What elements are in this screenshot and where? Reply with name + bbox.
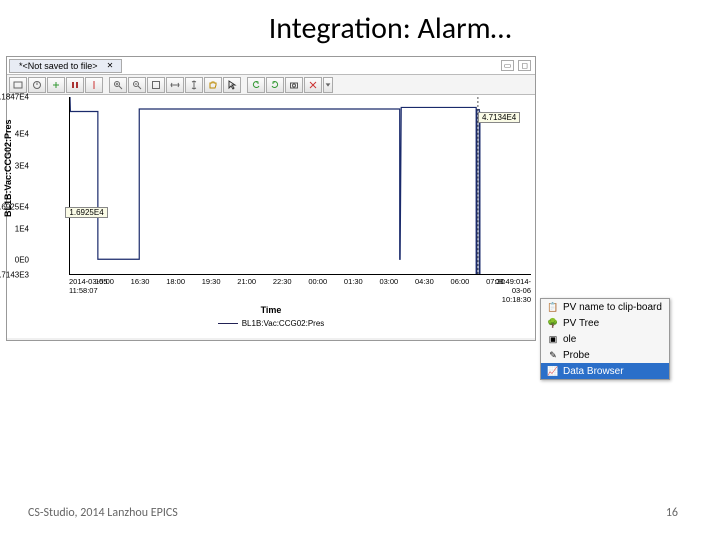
legend-label: BL1B:Vac:CCG02:Pres (242, 319, 325, 328)
y-tick: 0E0 (15, 256, 29, 265)
y-tick: 1.6925E4 (0, 202, 29, 211)
ctx-item-pv-tree[interactable]: 🌳 PV Tree (541, 315, 669, 331)
hand-icon[interactable] (204, 77, 222, 93)
maximize-button[interactable]: ◻ (518, 60, 531, 71)
x-tick: 19:30 (202, 277, 221, 286)
value-callout: 4.7134E4 (478, 112, 520, 123)
redo-icon[interactable] (266, 77, 284, 93)
console-icon: ▣ (547, 333, 559, 345)
timer-icon[interactable] (28, 77, 46, 93)
add-icon[interactable] (47, 77, 65, 93)
ctx-item-label: Data Browser (563, 366, 624, 377)
delete-icon[interactable] (304, 77, 322, 93)
vline1-icon[interactable] (85, 77, 103, 93)
toolbar (7, 75, 535, 95)
slide-title: Integration: Alarm… (0, 10, 720, 47)
pause-icon[interactable] (66, 77, 84, 93)
databrowser-window: *<Not saved to file> ✕ ▭ ◻ BL1B:Vac:CCG0… (6, 56, 536, 341)
y-tick: 3E4 (15, 161, 29, 170)
chart-icon: 📈 (547, 365, 559, 377)
window-controls: ▭ ◻ (501, 60, 535, 71)
x-tick: 08:49:014-03-0610:18:30 (495, 277, 531, 304)
dropdown-icon[interactable] (323, 77, 333, 93)
tree-icon: 🌳 (547, 317, 559, 329)
probe-icon: ✎ (547, 349, 559, 361)
slide-page-number: 16 (666, 506, 678, 520)
x-tick: 04:30 (415, 277, 434, 286)
pointer-icon[interactable] (223, 77, 241, 93)
y-tick: 1E4 (15, 224, 29, 233)
tab-bar: *<Not saved to file> ✕ ▭ ◻ (7, 57, 535, 75)
zoom-out-icon[interactable] (128, 77, 146, 93)
x-axis-label: Time (7, 305, 535, 315)
slide-footer-left: CS-Studio, 2014 Lanzhou EPICS (28, 506, 178, 520)
zoom-x-icon[interactable] (166, 77, 184, 93)
tab-label: *<Not saved to file> (19, 61, 98, 71)
y-tick: 5.1847E4 (0, 93, 29, 102)
zoom-y-icon[interactable] (185, 77, 203, 93)
x-tick: 00:00 (308, 277, 327, 286)
trace-line (70, 97, 480, 274)
y-tick: 4E4 (15, 130, 29, 139)
x-tick: 06:00 (451, 277, 470, 286)
chart-canvas[interactable]: 4.7134E41.6925E4 (69, 97, 531, 275)
ctx-item-ole[interactable]: ▣ ole (541, 331, 669, 347)
ctx-item-data-browser[interactable]: 📈 Data Browser (541, 363, 669, 379)
context-menu: 📋 PV name to clip-board 🌳 PV Tree ▣ ole ✎ Probe… (540, 298, 670, 380)
tab-close-icon[interactable]: ✕ (105, 61, 116, 70)
legend: BL1B:Vac:CCG02:Pres (7, 319, 535, 328)
minimize-button[interactable]: ▭ (501, 60, 515, 71)
x-tick: 18:00 (166, 277, 185, 286)
ctx-item-label: ole (563, 334, 576, 345)
clipboard-icon: 📋 (547, 301, 559, 313)
x-tick-labels: 2014-03-0511:58:0715:0016:3018:0019:3021… (69, 277, 531, 305)
zoom-fit-icon[interactable] (147, 77, 165, 93)
x-tick: 15:00 (95, 277, 114, 286)
x-tick: 03:00 (379, 277, 398, 286)
tab-unsaved[interactable]: *<Not saved to file> ✕ (9, 59, 122, 73)
ctx-item-label: PV name to clip-board (563, 302, 662, 313)
x-tick: 22:30 (273, 277, 292, 286)
x-tick: 16:30 (131, 277, 150, 286)
undo-icon[interactable] (247, 77, 265, 93)
snapshot-icon[interactable] (285, 77, 303, 93)
zoom-in-icon[interactable] (109, 77, 127, 93)
legend-line-icon (218, 323, 238, 324)
config-icon[interactable] (9, 77, 27, 93)
y-tick: -4.7143E3 (0, 271, 29, 280)
ctx-item-label: Probe (563, 350, 590, 361)
value-callout: 1.6925E4 (65, 207, 107, 218)
plot-area: BL1B:Vac:CCG02:Pres 5.1847E44E43E41.6925… (7, 95, 535, 338)
ctx-item-pv-name-to-clip-board[interactable]: 📋 PV name to clip-board (541, 299, 669, 315)
x-tick: 01:30 (344, 277, 363, 286)
ctx-item-label: PV Tree (563, 318, 599, 329)
ctx-item-probe[interactable]: ✎ Probe (541, 347, 669, 363)
x-tick: 21:00 (237, 277, 256, 286)
